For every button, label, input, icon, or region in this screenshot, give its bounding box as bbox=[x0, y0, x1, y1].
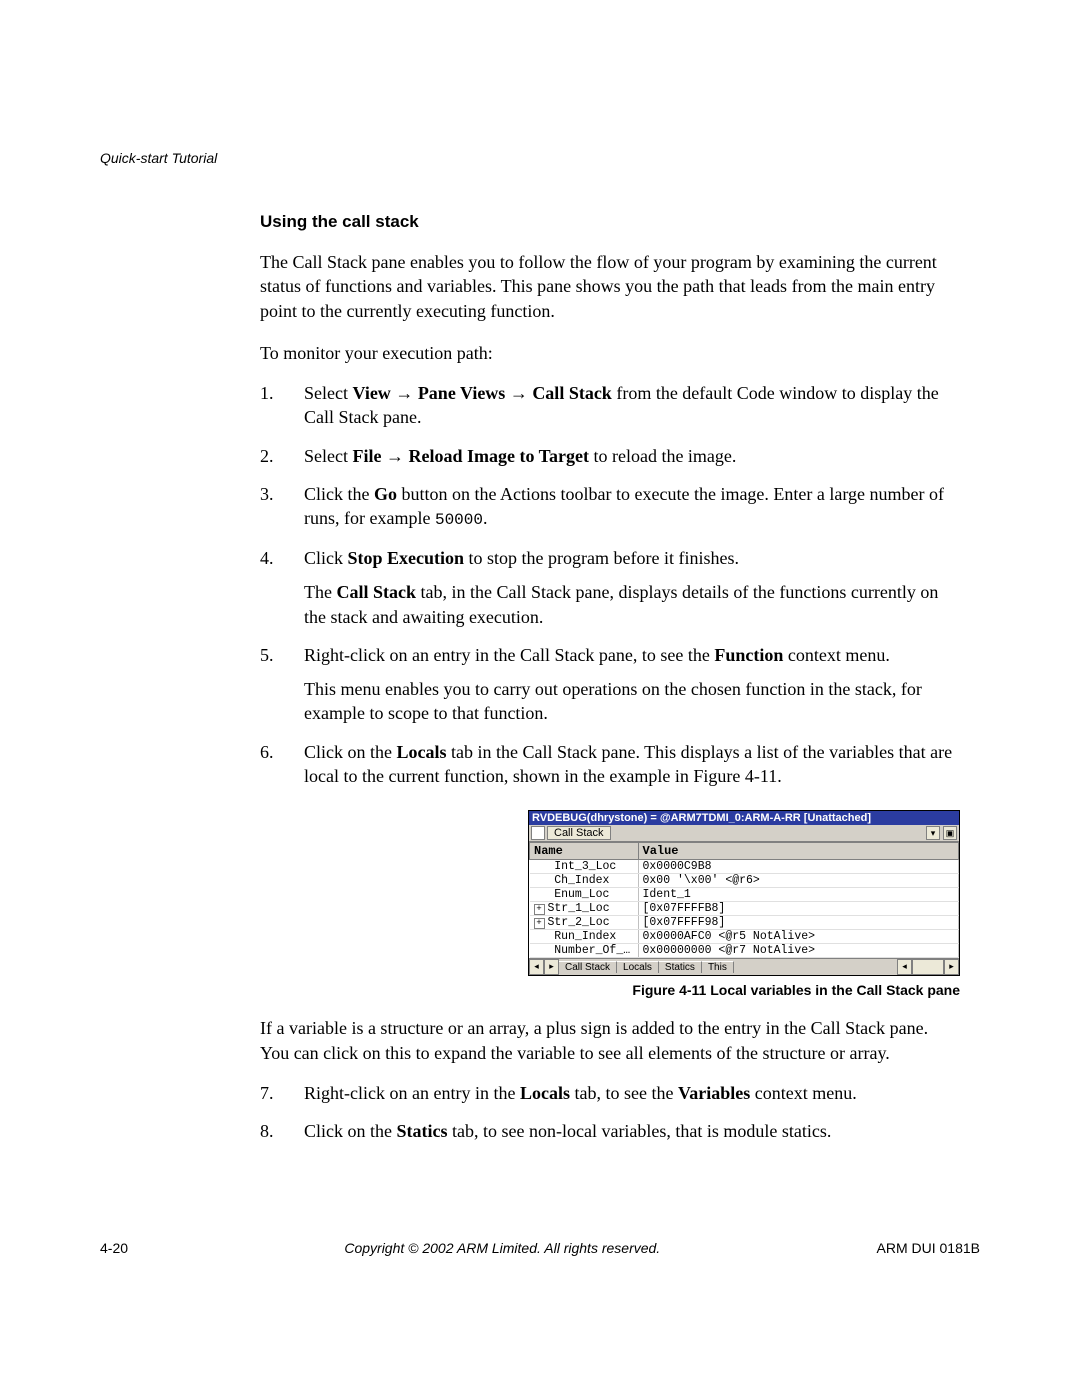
row-value-cell: [0x07FFFFB8] bbox=[638, 902, 959, 916]
row-value-cell: 0x00 '\x00' <@r6> bbox=[638, 874, 959, 888]
figure-caption: Figure 4-11 Local variables in the Call … bbox=[260, 982, 960, 998]
tab-call-stack-top[interactable]: Call Stack bbox=[547, 826, 611, 840]
steps-list-cont: Right-click on an entry in the Locals ta… bbox=[260, 1081, 960, 1144]
call-stack-pane: RVDEBUG(dhrystone) = @ARM7TDMI_0:ARM-A-R… bbox=[528, 810, 960, 976]
col-header-value[interactable]: Value bbox=[638, 843, 959, 860]
row-name-cell: Enum_Loc bbox=[530, 888, 639, 902]
row-value-cell: [0x07FFFF98] bbox=[638, 916, 959, 930]
dropdown-icon[interactable]: ▾ bbox=[926, 826, 940, 840]
row-name-cell: +Str_1_Loc bbox=[530, 902, 639, 916]
nav-left-icon[interactable]: ◂ bbox=[529, 959, 544, 975]
step-7: Right-click on an entry in the Locals ta… bbox=[260, 1081, 960, 1105]
step-2: Select File → Reload Image to Target to … bbox=[260, 444, 960, 468]
locals-table: Name Value Int_3_Loc0x0000C9B8 Ch_Index0… bbox=[529, 842, 959, 958]
table-row[interactable]: Enum_LocIdent_1 bbox=[530, 888, 959, 902]
figure-4-11: RVDEBUG(dhrystone) = @ARM7TDMI_0:ARM-A-R… bbox=[260, 804, 960, 998]
bottom-tab-statics[interactable]: Statics bbox=[659, 961, 702, 973]
bottom-tab-locals[interactable]: Locals bbox=[617, 961, 659, 973]
steps-list: Select View → Pane Views → Call Stack fr… bbox=[260, 381, 960, 788]
scroll-left-icon[interactable]: ◂ bbox=[897, 959, 912, 975]
col-header-name[interactable]: Name bbox=[530, 843, 639, 860]
row-value-cell: 0x00000000 <@r7 NotAlive> bbox=[638, 944, 959, 958]
pane-top-tabrow: Call Stack ▾ ▣ bbox=[529, 825, 959, 842]
step-3: Click the Go button on the Actions toolb… bbox=[260, 482, 960, 532]
intro-paragraph: The Call Stack pane enables you to follo… bbox=[260, 250, 960, 323]
step-1: Select View → Pane Views → Call Stack fr… bbox=[260, 381, 960, 430]
step-6: Click on the Locals tab in the Call Stac… bbox=[260, 740, 960, 789]
row-name-cell: Number_Of_… bbox=[530, 944, 639, 958]
row-value-cell: 0x0000C9B8 bbox=[638, 860, 959, 874]
step-8: Click on the Statics tab, to see non-loc… bbox=[260, 1119, 960, 1143]
expand-icon[interactable]: + bbox=[534, 918, 545, 929]
row-name-cell: Ch_Index bbox=[530, 874, 639, 888]
footer-page-number: 4-20 bbox=[100, 1240, 128, 1256]
step-5: Right-click on an entry in the Call Stac… bbox=[260, 643, 960, 726]
table-row[interactable]: +Str_2_Loc[0x07FFFF98] bbox=[530, 916, 959, 930]
bottom-tab-callstack[interactable]: Call Stack bbox=[559, 961, 617, 973]
footer-copyright: Copyright © 2002 ARM Limited. All rights… bbox=[344, 1240, 660, 1256]
pane-titlebar: RVDEBUG(dhrystone) = @ARM7TDMI_0:ARM-A-R… bbox=[529, 811, 959, 825]
pane-bottom-tabs: ◂ ▸ Call Stack Locals Statics This ◂ ▸ bbox=[529, 958, 959, 975]
after-figure-paragraph: If a variable is a structure or an array… bbox=[260, 1016, 960, 1065]
expand-icon[interactable]: + bbox=[534, 904, 545, 915]
step-4: Click Stop Execution to stop the program… bbox=[260, 546, 960, 629]
running-head: Quick-start Tutorial bbox=[100, 150, 980, 166]
row-name-cell: +Str_2_Loc bbox=[530, 916, 639, 930]
bottom-tab-this[interactable]: This bbox=[702, 961, 734, 973]
row-value-cell: 0x0000AFC0 <@r5 NotAlive> bbox=[638, 930, 959, 944]
row-name-cell: Run_Index bbox=[530, 930, 639, 944]
table-row[interactable]: Run_Index0x0000AFC0 <@r5 NotAlive> bbox=[530, 930, 959, 944]
table-row[interactable]: Number_Of_…0x00000000 <@r7 NotAlive> bbox=[530, 944, 959, 958]
table-row[interactable]: +Str_1_Loc[0x07FFFFB8] bbox=[530, 902, 959, 916]
scroll-right-icon[interactable]: ▸ bbox=[944, 959, 959, 975]
nav-right-icon[interactable]: ▸ bbox=[544, 959, 559, 975]
intro-lead: To monitor your execution path: bbox=[260, 341, 960, 365]
row-value-cell: Ident_1 bbox=[638, 888, 959, 902]
section-title: Using the call stack bbox=[260, 212, 980, 232]
scroll-track[interactable] bbox=[912, 959, 944, 975]
row-name-cell: Int_3_Loc bbox=[530, 860, 639, 874]
window-icon bbox=[531, 826, 545, 840]
table-row[interactable]: Ch_Index0x00 '\x00' <@r6> bbox=[530, 874, 959, 888]
page-footer: 4-20 Copyright © 2002 ARM Limited. All r… bbox=[100, 1240, 980, 1256]
pane-title-text: RVDEBUG(dhrystone) = @ARM7TDMI_0:ARM-A-R… bbox=[532, 812, 871, 824]
footer-doc-id: ARM DUI 0181B bbox=[877, 1240, 980, 1256]
maximize-icon[interactable]: ▣ bbox=[943, 826, 957, 840]
table-row[interactable]: Int_3_Loc0x0000C9B8 bbox=[530, 860, 959, 874]
